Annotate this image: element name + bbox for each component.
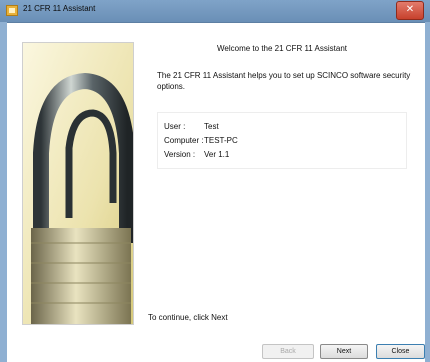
- welcome-heading: Welcome to the 21 CFR 11 Assistant: [217, 44, 347, 53]
- next-button[interactable]: Next: [320, 344, 368, 359]
- computer-label: Computer :: [164, 136, 204, 145]
- window-title: 21 CFR 11 Assistant: [23, 4, 96, 13]
- window-frame-left: [0, 22, 7, 362]
- close-button[interactable]: Close: [376, 344, 425, 359]
- version-row: Version : Ver 1.1: [164, 150, 229, 159]
- user-value: Test: [204, 122, 219, 131]
- app-icon: [6, 5, 18, 16]
- window-frame-right: [425, 22, 430, 362]
- computer-row: Computer : TEST-PC: [164, 136, 238, 145]
- system-info-box: User : Test Computer : TEST-PC Version :…: [157, 112, 407, 169]
- user-label: User :: [164, 122, 186, 131]
- computer-value: TEST-PC: [204, 136, 238, 145]
- title-bar: 21 CFR 11 Assistant ✕: [0, 0, 430, 23]
- continue-hint: To continue, click Next: [148, 313, 228, 322]
- padlock-image: [22, 42, 134, 325]
- version-value: Ver 1.1: [204, 150, 230, 159]
- window-close-button[interactable]: ✕: [396, 1, 424, 20]
- back-button[interactable]: Back: [262, 344, 314, 359]
- intro-text: The 21 CFR 11 Assistant helps you to set…: [157, 71, 411, 91]
- user-row: User : Test: [164, 122, 219, 131]
- version-label: Version :: [164, 150, 196, 159]
